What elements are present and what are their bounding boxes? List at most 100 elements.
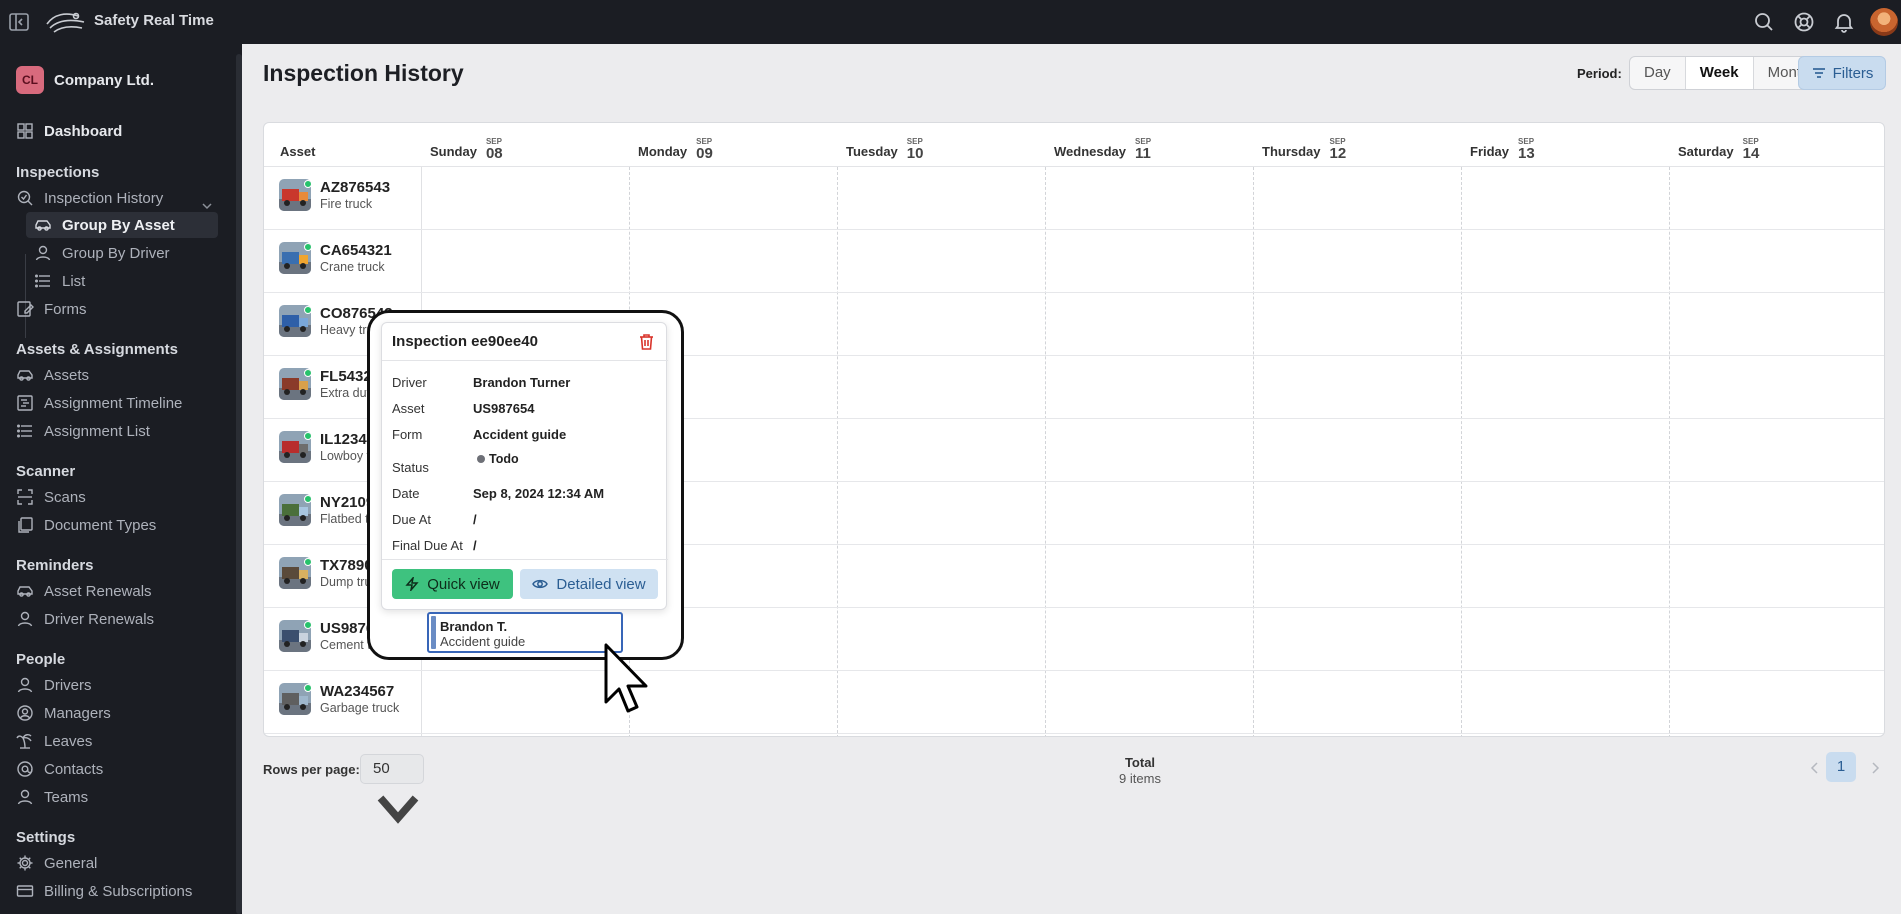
- asset-thumbnail[interactable]: [279, 557, 311, 589]
- asset-thumbnail[interactable]: [279, 683, 311, 715]
- asset-id[interactable]: CA654321: [320, 242, 392, 259]
- notifications-bell-icon[interactable]: [1832, 10, 1856, 34]
- search-icon[interactable]: [1752, 10, 1776, 34]
- asset-id[interactable]: AZ876543: [320, 179, 390, 196]
- total-label: Total: [1124, 755, 1156, 770]
- sidebar-item-label: Dashboard: [44, 122, 123, 140]
- form-label: Form: [392, 427, 423, 442]
- palm-tree-icon: [16, 733, 32, 749]
- sidebar-item-dashboard[interactable]: Dashboard: [16, 118, 122, 144]
- user-icon: [17, 611, 33, 627]
- section-reminders: Reminders: [16, 557, 94, 574]
- sidebar-item-drivers[interactable]: Drivers: [16, 672, 92, 698]
- sidebar-item-list[interactable]: List: [26, 268, 218, 294]
- user-icon: [35, 245, 51, 261]
- sidebar-item-contacts[interactable]: Contacts: [16, 756, 103, 782]
- sidebar-item-leaves[interactable]: Leaves: [16, 728, 92, 754]
- asset-id[interactable]: WA234567: [320, 683, 394, 700]
- sidebar-item-general[interactable]: General: [16, 850, 97, 876]
- page-number-button[interactable]: 1: [1826, 752, 1856, 782]
- asset-column-header: Asset: [280, 144, 316, 159]
- table-row: AZ876543 Fire truck: [264, 167, 1884, 230]
- period-day-button[interactable]: Day: [1630, 57, 1686, 89]
- detailed-view-button[interactable]: Detailed view: [520, 569, 658, 599]
- sidebar-item-managers[interactable]: Managers: [16, 700, 111, 726]
- chevron-down-icon[interactable]: [200, 199, 214, 213]
- sidebar-item-group-by-driver[interactable]: Group By Driver: [26, 240, 218, 266]
- day-name: Tuesday: [846, 144, 898, 159]
- user-avatar[interactable]: [1870, 8, 1898, 36]
- list-icon: [17, 424, 32, 438]
- mouse-pointer-icon: [604, 643, 648, 713]
- day-number: 10: [906, 145, 924, 162]
- sidebar-item-driver-renewals[interactable]: Driver Renewals: [16, 606, 154, 632]
- sidebar-item-label: Teams: [44, 788, 89, 806]
- asset-thumbnail[interactable]: [279, 242, 311, 274]
- company-badge: CL: [16, 66, 44, 94]
- trash-icon[interactable]: [638, 333, 655, 351]
- inspection-event-chip[interactable]: Brandon T. Accident guide: [427, 612, 623, 653]
- chevron-right-icon[interactable]: [1868, 760, 1882, 776]
- grid-header: Asset Sunday SEP 08 Monday SEP 09 Tuesday SEP…: [264, 123, 1884, 167]
- day-name: Thursday: [1262, 144, 1321, 159]
- credit-card-icon: [16, 885, 34, 897]
- asset-thumbnail[interactable]: [279, 368, 311, 400]
- sidebar-item-assignment-list[interactable]: Assignment List: [16, 418, 150, 444]
- quick-view-label: Quick view: [427, 575, 500, 593]
- asset-type: Crane truck: [320, 260, 385, 274]
- sidebar-item-label: Assets: [44, 366, 90, 384]
- day-number: 12: [1329, 145, 1347, 162]
- chevron-left-icon[interactable]: [1808, 760, 1822, 776]
- day-number: 13: [1518, 145, 1535, 162]
- day-number: 09: [696, 145, 713, 162]
- rows-per-page-value: 50: [373, 760, 390, 777]
- sidebar-item-label: Drivers: [44, 676, 92, 694]
- sidebar-toggle-icon[interactable]: [8, 11, 30, 33]
- due-at-label: Due At: [392, 512, 432, 527]
- help-lifebuoy-icon[interactable]: [1792, 10, 1816, 34]
- due-at-value: /: [473, 512, 477, 527]
- day-name: Monday: [638, 144, 688, 159]
- top-bar: Safety Real Time: [0, 0, 1901, 44]
- asset-thumbnail[interactable]: [279, 431, 311, 463]
- sidebar-item-label: Inspection History: [44, 189, 164, 207]
- chevron-down-icon: [377, 795, 419, 824]
- asset-thumbnail[interactable]: [279, 494, 311, 526]
- period-week-button[interactable]: Week: [1685, 57, 1754, 89]
- day-header-saturday: Saturday SEP 14: [1678, 137, 1759, 161]
- filters-button[interactable]: Filters: [1798, 56, 1886, 90]
- sidebar-item-document-types[interactable]: Document Types: [16, 512, 156, 538]
- period-label: Period:: [1577, 66, 1622, 81]
- day-name: Saturday: [1678, 144, 1734, 159]
- asset-thumbnail[interactable]: [279, 305, 311, 337]
- sidebar-item-label: Scans: [44, 488, 86, 506]
- sidebar-item-teams[interactable]: Teams: [16, 784, 88, 810]
- filter-lines-icon: [1812, 68, 1825, 78]
- user-icon: [17, 789, 33, 805]
- online-status-dot: [304, 306, 311, 314]
- asset-thumbnail[interactable]: [279, 620, 311, 652]
- company-switcher[interactable]: CL Company Ltd.: [16, 66, 154, 94]
- sidebar-item-scans[interactable]: Scans: [16, 484, 86, 510]
- sidebar-item-forms[interactable]: Forms: [16, 296, 87, 322]
- online-status-dot: [304, 684, 311, 692]
- eye-icon: [532, 579, 549, 589]
- day-header-monday: Monday SEP 09: [638, 137, 713, 161]
- app-title[interactable]: Safety Real Time: [94, 12, 214, 29]
- asset-thumbnail[interactable]: [279, 179, 311, 211]
- quick-view-button[interactable]: Quick view: [392, 569, 513, 599]
- day-number: 14: [1742, 145, 1760, 162]
- app-logo-icon[interactable]: [44, 8, 88, 36]
- event-color-bar: [431, 616, 436, 649]
- rows-per-page-select[interactable]: 50: [360, 754, 424, 824]
- documents-icon: [18, 517, 33, 533]
- section-scanner: Scanner: [16, 463, 76, 480]
- day-header-wednesday: Wednesday SEP 11: [1054, 137, 1151, 161]
- sidebar-item-billing[interactable]: Billing & Subscriptions: [16, 878, 192, 904]
- sidebar-item-group-by-asset[interactable]: Group By Asset: [26, 212, 218, 238]
- online-status-dot: [304, 432, 311, 440]
- sidebar-item-asset-renewals[interactable]: Asset Renewals: [16, 578, 152, 604]
- sidebar-item-assignment-timeline[interactable]: Assignment Timeline: [16, 390, 182, 416]
- sidebar-item-inspection-history[interactable]: Inspection History: [16, 185, 163, 211]
- sidebar-item-assets[interactable]: Assets: [16, 362, 89, 388]
